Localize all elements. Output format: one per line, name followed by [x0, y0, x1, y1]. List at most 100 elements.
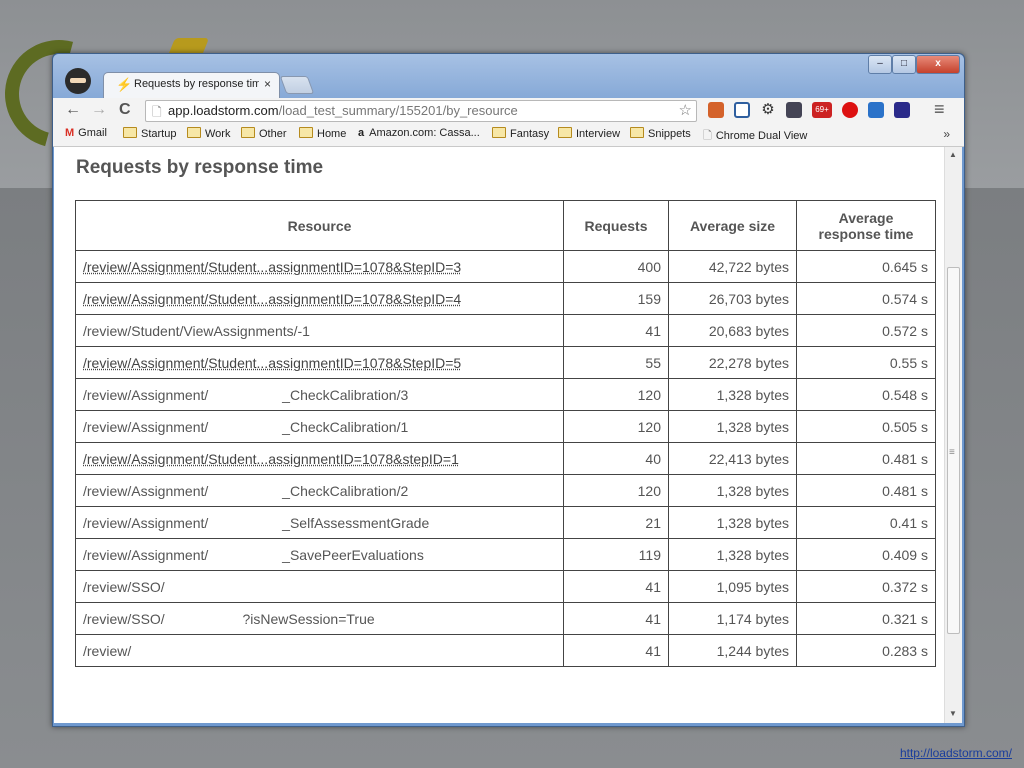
tab-active[interactable]: ⚡ Requests by response time × [103, 72, 280, 99]
average-size-cell: 26,703 bytes [668, 282, 797, 315]
back-arrow-icon[interactable]: ← [65, 101, 81, 119]
resource-cell: /review/Assignment/Student...assignmentI… [75, 346, 564, 379]
new-tab-button[interactable] [279, 76, 315, 94]
resource-link[interactable]: /review/Assignment/Student...assignmentI… [83, 259, 461, 275]
average-size-cell: 1,328 bytes [668, 506, 797, 539]
average-size-cell: 22,278 bytes [668, 346, 797, 379]
folder-icon [299, 127, 313, 138]
menu-icon[interactable]: ≡ [934, 99, 945, 120]
average-response-time-cell: 0.548 s [796, 378, 936, 411]
requests-cell: 119 [563, 538, 669, 571]
requests-cell: 40 [563, 442, 669, 475]
scroll-up-icon[interactable]: ▲ [949, 150, 957, 159]
resource-cell: /review/Assignment/ _CheckCalibration/2 [75, 474, 564, 507]
browser-window: ⚡ Requests by response time × – □ x ← → … [52, 53, 965, 727]
bookmark-label: Work [205, 128, 231, 140]
resource-cell: /review/SSO/ [75, 570, 564, 603]
bookmarks-overflow-icon[interactable]: » [943, 127, 950, 141]
bookmark-work[interactable]: Work [187, 127, 230, 140]
average-size-cell: 22,413 bytes [668, 442, 797, 475]
average-size-cell: 1,328 bytes [668, 474, 797, 507]
average-response-time-cell: 0.321 s [796, 602, 936, 635]
requests-cell: 400 [563, 250, 669, 283]
bookmark-gmail[interactable]: M Gmail [65, 127, 107, 139]
bookmark-fantasy[interactable]: Fantasy [492, 127, 549, 140]
bookmark-label: Startup [141, 128, 177, 140]
table-row: /review/Assignment/Student...assignmentI… [75, 282, 936, 315]
average-response-time-cell: 0.41 s [796, 506, 936, 539]
resource-cell: /review/Assignment/ _SelfAssessmentGrade [75, 506, 564, 539]
table-row: /review/Assignment/ _CheckCalibration/3 1… [75, 378, 936, 411]
extension-notes-icon[interactable] [868, 102, 884, 118]
ninja-mask-icon [70, 78, 86, 83]
page-content: Requests by response time Resource Reque… [54, 147, 944, 723]
table-row: /review/Assignment/ _SavePeerEvaluations… [75, 538, 936, 571]
scroll-grip-icon: ≡ [949, 447, 955, 458]
bookmark-label: Amazon.com: Cassa... [369, 127, 480, 139]
resource-cell: /review/ [75, 634, 564, 667]
table-row: /review/Assignment/Student...assignmentI… [75, 442, 936, 475]
minimize-button[interactable]: – [868, 55, 892, 74]
bookmark-chrome-dual-view[interactable]: 🗋 Chrome Dual View [703, 127, 807, 146]
resource-link[interactable]: /review/Assignment/Student...assignmentI… [83, 451, 459, 467]
bookmark-home[interactable]: Home [299, 127, 346, 140]
address-bar[interactable]: 🗋 app.loadstorm.com/load_test_summary/15… [145, 100, 697, 122]
resource-text: /review/Assignment/ _CheckCalibration/2 [83, 482, 409, 499]
resource-text: /review/Assignment/ _CheckCalibration/3 [83, 386, 409, 403]
bookmark-other[interactable]: Other [241, 127, 287, 140]
tab-close-icon[interactable]: × [264, 77, 271, 91]
average-size-cell: 1,328 bytes [668, 538, 797, 571]
folder-icon [123, 127, 137, 138]
bookmark-label: Snippets [648, 128, 691, 140]
extension-opera-icon[interactable] [842, 102, 858, 118]
requests-cell: 41 [563, 570, 669, 603]
requests-cell: 41 [563, 602, 669, 635]
forward-arrow-icon[interactable]: → [91, 101, 107, 119]
bookmark-amazon[interactable]: a Amazon.com: Cassa... [358, 127, 480, 139]
extension-badge-icon[interactable]: 69+ [812, 102, 832, 118]
lightning-favicon-icon: ⚡ [116, 77, 133, 92]
bookmark-star-icon[interactable]: ☆ [679, 101, 692, 119]
table-row: /review/Student/ViewAssignments/-1 41 20,6… [75, 314, 936, 347]
scroll-down-icon[interactable]: ▼ [949, 709, 957, 718]
extension-gear-icon[interactable]: ⚙ [760, 102, 776, 118]
title-bar: ⚡ Requests by response time × – □ x [53, 54, 964, 99]
reload-icon[interactable]: C [119, 101, 131, 119]
bookmark-snippets[interactable]: Snippets [630, 127, 691, 140]
requests-cell: 41 [563, 314, 669, 347]
vertical-scrollbar[interactable]: ▲ ≡ ▼ [944, 147, 962, 723]
close-window-button[interactable]: x [916, 55, 960, 74]
bookmark-interview[interactable]: Interview [558, 127, 620, 140]
bookmark-label: Fantasy [510, 128, 550, 140]
footer-link[interactable]: http://loadstorm.com/ [900, 746, 1012, 760]
extension-chart-icon[interactable] [894, 102, 910, 118]
average-response-time-cell: 0.372 s [796, 570, 936, 603]
requests-cell: 41 [563, 634, 669, 667]
table-row: /review/Assignment/ _SelfAssessmentGrade… [75, 506, 936, 539]
table-row: /review/SSO/41 1,095 bytes 0.372 s [75, 570, 936, 603]
resource-link[interactable]: /review/Assignment/Student...assignmentI… [83, 355, 461, 371]
average-size-cell: 20,683 bytes [668, 314, 797, 347]
bookmark-startup[interactable]: Startup [123, 127, 176, 140]
extension-screen-icon[interactable] [734, 102, 750, 118]
maximize-button[interactable]: □ [892, 55, 916, 74]
average-size-cell: 1,244 bytes [668, 634, 797, 667]
bookmark-label: Home [317, 128, 347, 140]
resource-link[interactable]: /review/Assignment/Student...assignmentI… [83, 291, 461, 307]
requests-cell: 159 [563, 282, 669, 315]
average-response-time-cell: 0.572 s [796, 314, 936, 347]
table-header-row: Resource Requests Average size Average re… [75, 200, 936, 251]
url-text: app.loadstorm.com/load_test_summary/1552… [168, 103, 518, 118]
resource-cell: /review/Assignment/Student...assignmentI… [75, 250, 564, 283]
column-header-requests: Requests [563, 200, 669, 251]
header-line: Average [838, 209, 894, 226]
requests-cell: 21 [563, 506, 669, 539]
bookmark-label: Chrome Dual View [715, 130, 808, 142]
requests-cell: 120 [563, 378, 669, 411]
extension-robot-icon[interactable] [786, 102, 802, 118]
average-size-cell: 1,174 bytes [668, 602, 797, 635]
browser-toolbar: ← → C 🗋 app.loadstorm.com/load_test_summ… [53, 98, 964, 124]
amazon-icon: a [358, 127, 365, 139]
resource-cell: /review/Assignment/ _CheckCalibration/3 [75, 378, 564, 411]
extension-camera-icon[interactable] [708, 102, 724, 118]
